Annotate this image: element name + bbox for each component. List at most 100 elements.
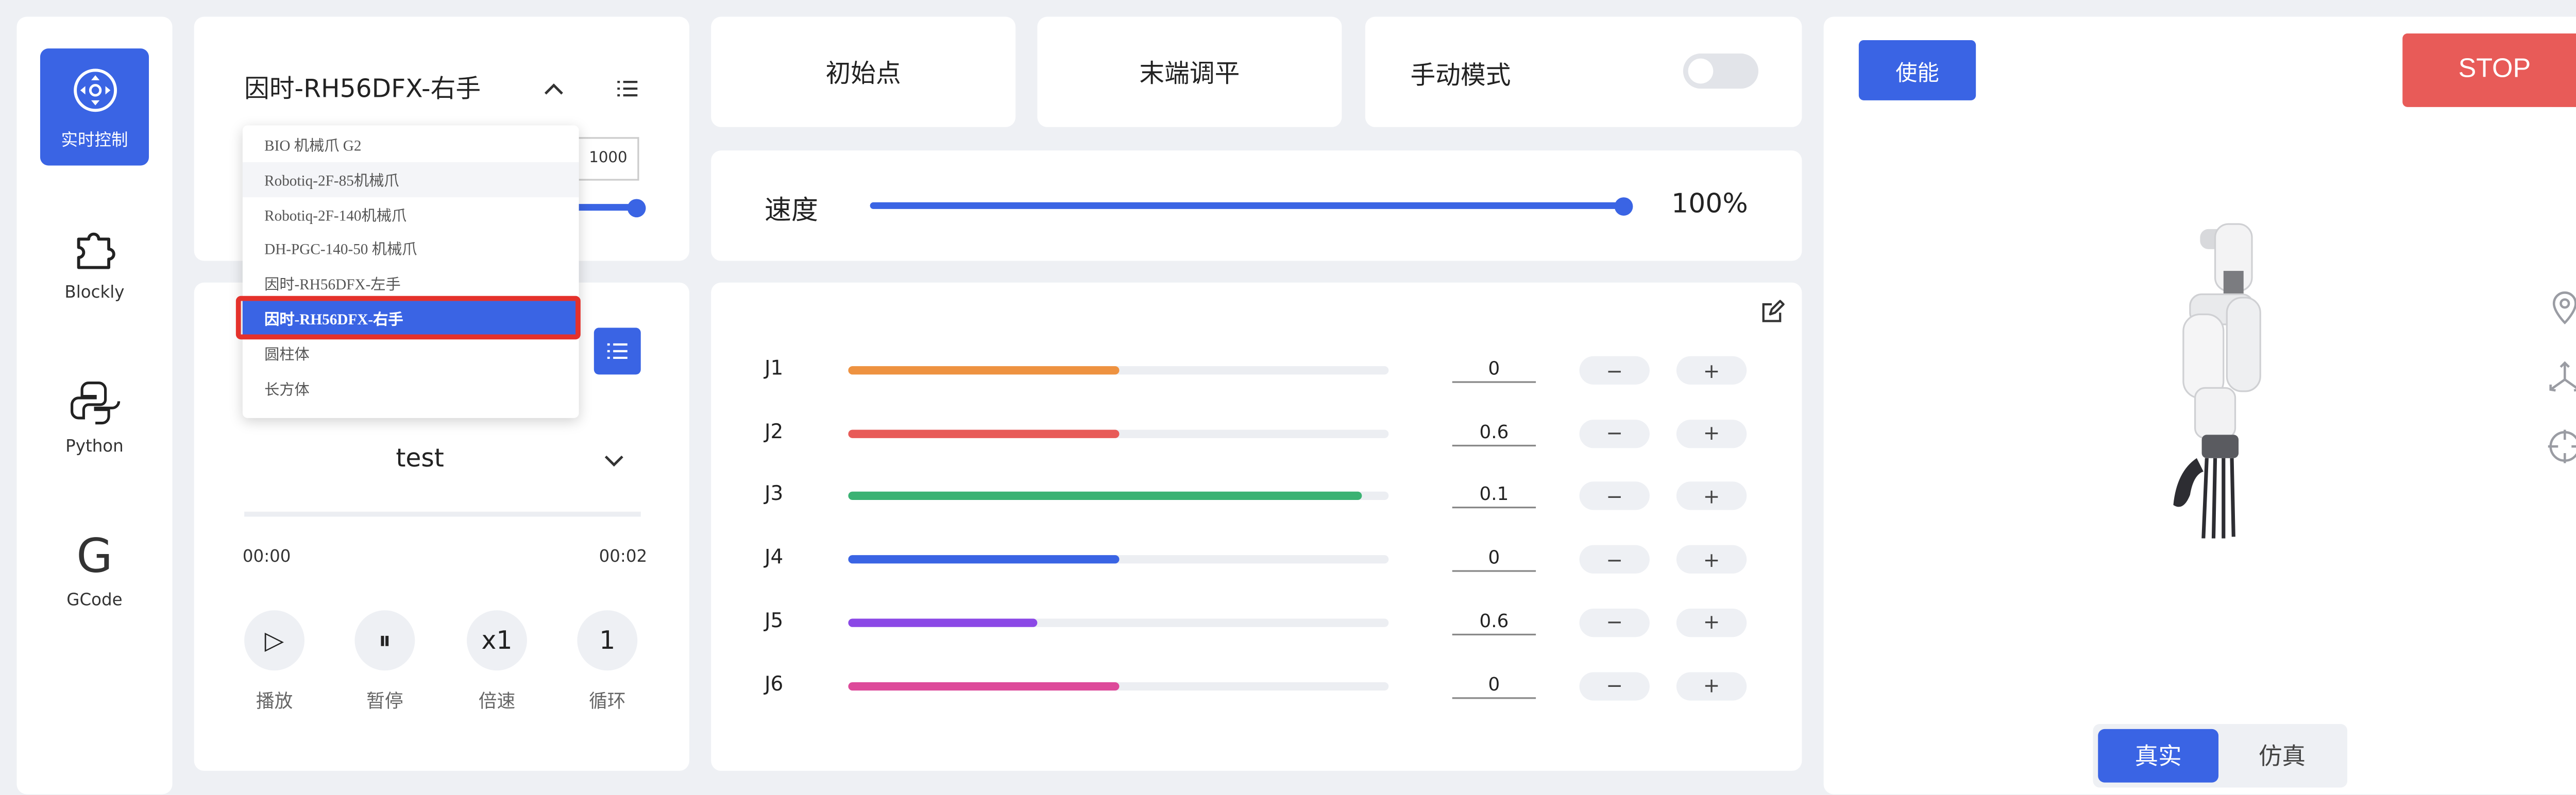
dropdown-option[interactable]: DH-PGC-140-50 机械爪 (243, 231, 579, 266)
robot-arm-3d-model[interactable] (2166, 221, 2283, 539)
joint-row: J5 0.6 − + (711, 605, 1802, 638)
joint-increment-button[interactable]: + (1676, 608, 1747, 637)
joint-decrement-button[interactable]: − (1579, 482, 1650, 511)
joint-slider-fill (848, 492, 1362, 501)
joint-increment-button[interactable]: + (1676, 482, 1747, 511)
app-root: 实时控制 Blockly Python G GCode 因时-RH56DFX-右… (0, 0, 2576, 794)
joint-slider-track[interactable] (848, 555, 1389, 564)
dropdown-option[interactable]: 圆柱体 (243, 336, 579, 371)
play-button[interactable]: ▷ (244, 610, 305, 671)
crosshair-icon[interactable] (2547, 428, 2576, 464)
gripper-slider-handle[interactable] (627, 199, 646, 218)
joint-name: J6 (765, 671, 784, 695)
joints-card: J1 0− + J2 0.6− + J3 0.1− + J4 0− + J5 0.6− + J6 0− + (711, 282, 1802, 771)
joint-value-input[interactable]: 0 (1452, 547, 1536, 572)
speed-label: 倍速 (478, 690, 516, 713)
joint-decrement-button[interactable]: − (1579, 671, 1650, 700)
play-label: 播放 (256, 690, 293, 713)
joint-row: J6 0 − + (711, 668, 1802, 701)
joint-decrement-button[interactable]: − (1579, 608, 1650, 637)
nav-item-python[interactable]: Python (40, 358, 149, 475)
joint-row: J2 0.6 − + (711, 416, 1802, 450)
joint-increment-button[interactable]: + (1676, 356, 1747, 385)
speed-multiplier: x1 (481, 625, 513, 655)
edit-icon[interactable] (1760, 299, 1785, 324)
stop-button[interactable]: STOP (2402, 33, 2576, 107)
python-icon (70, 381, 120, 424)
program-select[interactable]: test (194, 443, 646, 473)
enable-button[interactable]: 使能 (1858, 40, 1976, 100)
joystick-icon (73, 67, 116, 111)
nav-item-label: Python (65, 437, 124, 456)
g-letter-icon: G (76, 527, 113, 583)
nav-item-realtime-control[interactable]: 实时控制 (40, 48, 149, 166)
dropdown-option[interactable]: 长方体 (243, 371, 579, 406)
coordinate-axes-icon[interactable] (2547, 359, 2576, 396)
joint-decrement-button[interactable]: − (1579, 419, 1650, 448)
joint-row: J4 0 − + (711, 542, 1802, 575)
speed-value: 100% (1671, 187, 1748, 219)
dropdown-option[interactable]: BIO 机械爪 G2 (243, 127, 579, 162)
home-position-label: 初始点 (825, 58, 901, 88)
joint-name: J1 (765, 356, 784, 380)
joint-value-input[interactable]: 0.1 (1452, 484, 1536, 509)
gripper-dropdown: BIO 机械爪 G2 Robotiq-2F-85机械爪 Robotiq-2F-140… (242, 125, 579, 418)
joint-increment-button[interactable]: + (1676, 671, 1747, 700)
joint-slider-track[interactable] (848, 492, 1389, 501)
program-progress-bar[interactable] (244, 511, 641, 517)
end-level-button[interactable]: 末端调平 (1037, 16, 1342, 127)
speed-slider-track[interactable] (870, 202, 1626, 209)
location-pin-icon[interactable] (2547, 289, 2576, 326)
joint-name: J4 (765, 545, 784, 569)
joint-slider-fill (848, 555, 1118, 564)
gripper-value-input[interactable]: 1000 (579, 137, 639, 181)
joint-value-input[interactable]: 0.6 (1452, 421, 1536, 446)
time-end: 00:02 (599, 548, 648, 567)
joint-slider-track[interactable] (848, 618, 1389, 627)
joint-value-input[interactable]: 0 (1452, 673, 1536, 698)
loop-button[interactable]: 1 (577, 610, 638, 671)
puzzle-icon (76, 232, 115, 268)
list-icon[interactable] (616, 77, 639, 100)
manual-mode-toggle[interactable] (1683, 53, 1759, 89)
nav-item-gcode[interactable]: G GCode (40, 512, 149, 629)
joint-value-input[interactable]: 0 (1452, 358, 1536, 383)
nav-item-label: 实时控制 (61, 131, 128, 150)
joint-slider-track[interactable] (848, 429, 1389, 438)
chevron-up-icon[interactable] (542, 77, 565, 100)
manual-mode-card: 手动模式 (1365, 16, 1802, 127)
pause-label: 暂停 (366, 690, 403, 713)
mode-real-button[interactable]: 真实 (2098, 729, 2219, 783)
manual-mode-label: 手动模式 (1410, 60, 1511, 91)
joint-slider-fill (848, 366, 1118, 375)
play-icon: ▷ (264, 625, 284, 655)
joint-value-input[interactable]: 0.6 (1452, 610, 1536, 635)
dropdown-option[interactable]: Robotiq-2F-85机械爪 (242, 162, 579, 197)
mode-sim-button[interactable]: 仿真 (2222, 729, 2343, 783)
joint-slider-track[interactable] (848, 681, 1389, 690)
gripper-select[interactable]: 因时-RH56DFX-右手 (244, 70, 481, 105)
list-icon (607, 343, 628, 359)
joint-name: J2 (765, 419, 784, 443)
pause-button[interactable]: ⏸ (354, 610, 415, 671)
joint-name: J5 (765, 608, 784, 632)
dropdown-option[interactable]: Robotiq-2F-140机械爪 (243, 197, 579, 232)
nav-item-blockly[interactable]: Blockly (40, 204, 149, 321)
program-list-button[interactable] (594, 327, 641, 375)
speed-multiplier-button[interactable]: x1 (467, 610, 527, 671)
speed-label: 速度 (765, 194, 819, 226)
joint-decrement-button[interactable]: − (1579, 356, 1650, 385)
selection-highlight-outline (235, 296, 581, 340)
toggle-knob (1688, 58, 1714, 84)
joint-name: J3 (765, 482, 784, 506)
nav-item-label: GCode (66, 591, 123, 610)
loop-label: 循环 (589, 690, 626, 713)
joint-slider-track[interactable] (848, 366, 1389, 375)
home-position-button[interactable]: 初始点 (711, 16, 1016, 127)
joint-increment-button[interactable]: + (1676, 419, 1747, 448)
joint-row: J3 0.1 − + (711, 479, 1802, 512)
joint-decrement-button[interactable]: − (1579, 545, 1650, 574)
joint-increment-button[interactable]: + (1676, 545, 1747, 574)
speed-slider-handle[interactable] (1614, 197, 1633, 216)
chevron-down-icon[interactable] (602, 450, 625, 473)
